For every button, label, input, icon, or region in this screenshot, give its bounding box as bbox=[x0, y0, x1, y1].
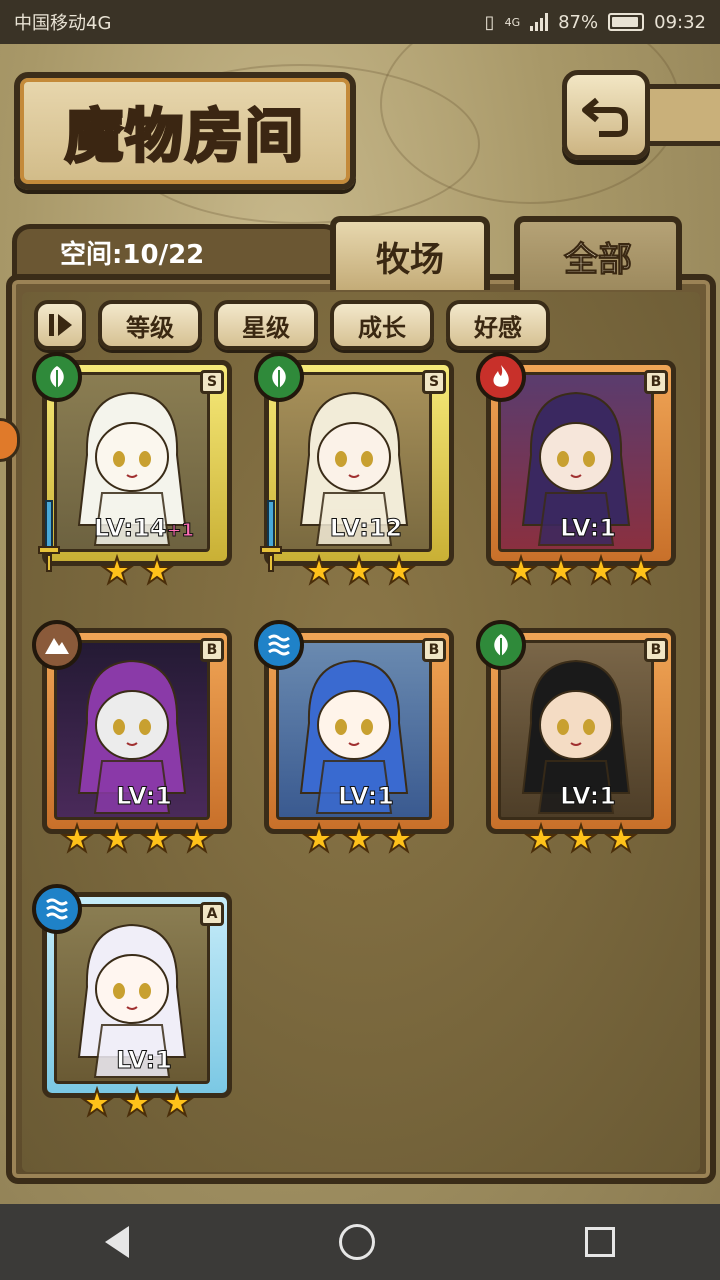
flame-icon bbox=[476, 352, 526, 402]
star-icon: ★ bbox=[120, 1083, 154, 1125]
star-icon: ★ bbox=[160, 1083, 194, 1125]
battery-icon bbox=[608, 13, 645, 31]
filter-star-label: 星级 bbox=[242, 313, 290, 342]
wave-icon bbox=[32, 884, 82, 934]
nav-recent-icon[interactable] bbox=[585, 1227, 615, 1257]
filter-affection-label: 好感 bbox=[474, 313, 522, 342]
star-icon: ★ bbox=[624, 551, 658, 593]
star-icon: ★ bbox=[342, 819, 376, 861]
leaf-icon bbox=[254, 352, 304, 402]
system-nav-bar bbox=[0, 1204, 720, 1280]
star-icon: ★ bbox=[544, 551, 578, 593]
storage-count: 空间:10/22 bbox=[60, 240, 205, 270]
battery-percent: 87% bbox=[558, 11, 599, 33]
mountain-icon bbox=[32, 620, 82, 670]
carrier-label: 中国移动4G bbox=[14, 13, 112, 34]
star-icon: ★ bbox=[524, 819, 558, 861]
filter-level-label: 等级 bbox=[126, 313, 174, 342]
back-button[interactable] bbox=[562, 70, 650, 160]
star-icon: ★ bbox=[80, 1083, 114, 1125]
monster-level: LV:1 bbox=[560, 782, 617, 811]
star-rating: ★ ★ ★ bbox=[264, 551, 454, 593]
monster-card[interactable]: B LV:1 ★ ★ ★ bbox=[254, 620, 454, 861]
filter-star-button[interactable]: 星级 bbox=[214, 300, 318, 350]
tab-all-label: 全部 bbox=[564, 239, 633, 280]
rank-badge: S bbox=[200, 370, 224, 394]
sort-toggle-icon bbox=[48, 314, 72, 336]
star-icon: ★ bbox=[140, 819, 174, 861]
rank-badge: B bbox=[644, 370, 668, 394]
back-button-rail bbox=[640, 84, 720, 146]
leaf-icon bbox=[476, 620, 526, 670]
monster-level: LV:14+1 bbox=[93, 514, 195, 543]
monster-card[interactable]: A LV:1 ★ ★ ★ bbox=[32, 884, 232, 1125]
tab-all[interactable]: 全部 bbox=[514, 216, 682, 290]
filter-affection-button[interactable]: 好感 bbox=[446, 300, 550, 350]
filter-bar: 等级 星级 成长 好感 bbox=[34, 300, 550, 350]
star-rating: ★ ★ bbox=[42, 551, 232, 593]
star-icon: ★ bbox=[382, 819, 416, 861]
page-title: 魔物房间 bbox=[63, 101, 305, 172]
star-rating: ★ ★ ★ ★ bbox=[42, 819, 232, 861]
clock: 09:32 bbox=[654, 11, 706, 33]
status-bar: 中国移动4G ▯ 4G 87% 09:32 bbox=[0, 0, 720, 44]
monster-card[interactable]: B LV:1 ★ ★ ★ ★ bbox=[476, 352, 676, 593]
star-icon: ★ bbox=[302, 819, 336, 861]
monster-card[interactable]: B LV:1 ★ ★ ★ bbox=[476, 620, 676, 861]
star-icon: ★ bbox=[302, 551, 336, 593]
monster-level: LV:1 bbox=[116, 1046, 173, 1075]
return-arrow-icon bbox=[582, 97, 628, 137]
filter-growth-button[interactable]: 成长 bbox=[330, 300, 434, 350]
star-icon: ★ bbox=[140, 551, 174, 593]
game-screen: 魔物房间 空间:10/22 牧场 全部 等级 星级 成长 好感 S LV:14+… bbox=[0, 44, 720, 1204]
star-rating: ★ ★ ★ bbox=[42, 1083, 232, 1125]
nav-home-icon[interactable] bbox=[339, 1224, 375, 1260]
monster-level: LV:1 bbox=[560, 514, 617, 543]
star-rating: ★ ★ ★ bbox=[264, 819, 454, 861]
monster-level: LV:12 bbox=[329, 514, 403, 543]
star-icon: ★ bbox=[504, 551, 538, 593]
star-icon: ★ bbox=[584, 551, 618, 593]
monster-card[interactable]: B LV:1 ★ ★ ★ ★ bbox=[32, 620, 232, 861]
signal-icon bbox=[530, 13, 549, 31]
tab-ranch[interactable]: 牧场 bbox=[330, 216, 490, 290]
filter-growth-label: 成长 bbox=[358, 313, 406, 342]
nav-back-icon[interactable] bbox=[105, 1226, 129, 1258]
rank-badge: B bbox=[200, 638, 224, 662]
page-title-plate: 魔物房间 bbox=[14, 72, 356, 190]
monster-level: LV:1 bbox=[116, 782, 173, 811]
star-rating: ★ ★ ★ ★ bbox=[486, 551, 676, 593]
star-rating: ★ ★ ★ bbox=[486, 819, 676, 861]
sort-order-button[interactable] bbox=[34, 300, 86, 350]
rank-badge: S bbox=[422, 370, 446, 394]
star-icon: ★ bbox=[382, 551, 416, 593]
star-icon: ★ bbox=[100, 819, 134, 861]
network-type: 4G bbox=[504, 15, 521, 29]
star-icon: ★ bbox=[564, 819, 598, 861]
star-icon: ★ bbox=[180, 819, 214, 861]
level-bonus: +1 bbox=[166, 520, 195, 542]
leaf-icon bbox=[32, 352, 82, 402]
wave-icon bbox=[254, 620, 304, 670]
rank-badge: A bbox=[200, 902, 224, 926]
star-icon: ★ bbox=[342, 551, 376, 593]
vibrate-icon: ▯ bbox=[484, 11, 495, 33]
monster-level: LV:1 bbox=[338, 782, 395, 811]
monster-card[interactable]: S LV:14+1 ★ ★ bbox=[32, 352, 232, 593]
star-icon: ★ bbox=[604, 819, 638, 861]
rank-badge: B bbox=[644, 638, 668, 662]
star-icon: ★ bbox=[60, 819, 94, 861]
star-icon: ★ bbox=[100, 551, 134, 593]
rank-badge: B bbox=[422, 638, 446, 662]
filter-level-button[interactable]: 等级 bbox=[98, 300, 202, 350]
monster-card[interactable]: S LV:12 ★ ★ ★ bbox=[254, 352, 454, 593]
tab-ranch-label: 牧场 bbox=[376, 239, 444, 280]
